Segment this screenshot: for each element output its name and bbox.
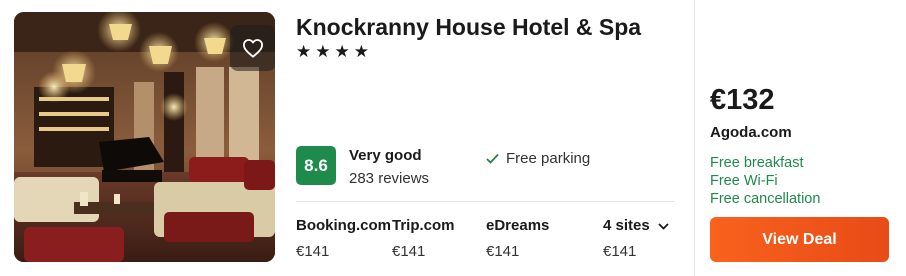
site-name: eDreams xyxy=(486,217,550,234)
hotel-photo[interactable] xyxy=(14,12,275,262)
favorite-button[interactable] xyxy=(230,25,275,71)
site-price: €141 xyxy=(392,243,426,260)
star-rating: ★★★★ xyxy=(296,42,373,61)
column-divider xyxy=(694,0,695,276)
site-name: Trip.com xyxy=(392,217,455,234)
divider xyxy=(296,201,674,202)
rating-score-badge: 8.6 xyxy=(296,146,336,185)
hotel-result-card: Knockranny House Hotel & Spa ★★★★ 8.6 Ve… xyxy=(0,0,906,276)
site-offer-edreams[interactable]: eDreams €141 xyxy=(486,217,549,260)
site-price: €141 xyxy=(603,243,637,260)
hotel-name[interactable]: Knockranny House Hotel & Spa xyxy=(296,14,641,41)
perk-free-cancellation: Free cancellation xyxy=(710,191,821,207)
deal-provider: Agoda.com xyxy=(710,124,792,141)
check-icon xyxy=(486,151,499,167)
more-sites-text: 4 sites xyxy=(603,217,650,234)
chevron-down-icon xyxy=(658,217,669,234)
view-deal-button[interactable]: View Deal xyxy=(710,217,889,262)
more-sites-label: 4 sites xyxy=(603,217,669,234)
amenity-label: Free parking xyxy=(506,150,591,167)
site-price: €141 xyxy=(486,243,520,260)
site-price: €141 xyxy=(296,243,330,260)
site-name: Booking.com xyxy=(296,217,392,234)
rating-label: Very good xyxy=(349,147,422,164)
review-count[interactable]: 283 reviews xyxy=(349,170,429,187)
heart-icon xyxy=(243,39,264,58)
site-offer-trip[interactable]: Trip.com €141 xyxy=(392,217,455,260)
amenity-free-parking: Free parking xyxy=(486,150,590,167)
perk-free-wifi: Free Wi-Fi xyxy=(710,173,778,189)
site-offer-booking[interactable]: Booking.com €141 xyxy=(296,217,391,260)
perk-free-breakfast: Free breakfast xyxy=(710,155,804,171)
best-price: €132 xyxy=(710,84,775,116)
more-sites-dropdown[interactable]: 4 sites €141 xyxy=(603,217,669,260)
